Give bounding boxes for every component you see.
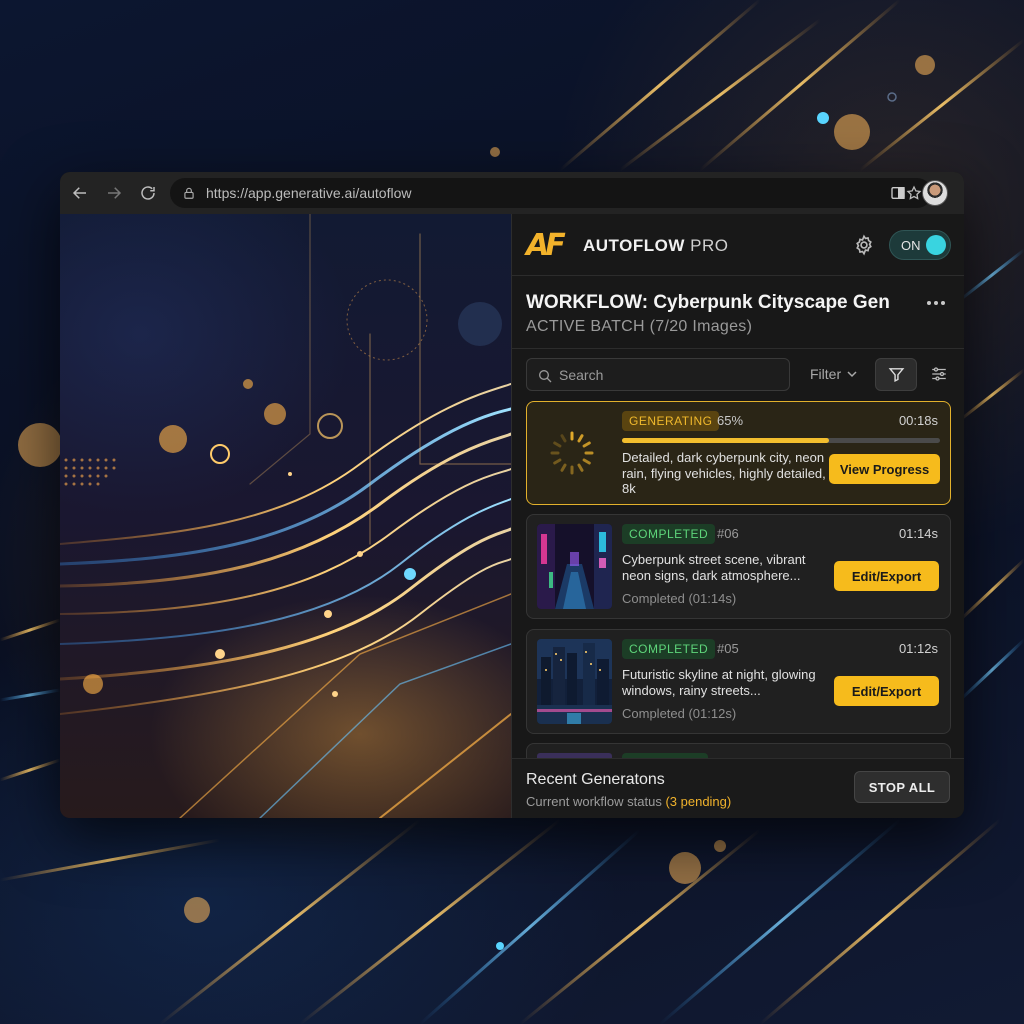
forward-icon[interactable] xyxy=(100,179,128,207)
status-badge-completed: COMPLETED xyxy=(622,639,716,659)
prompt-text: Detailed, dark cyberpunk city, neon rain… xyxy=(622,450,826,496)
funnel-icon xyxy=(888,368,904,383)
search-box xyxy=(526,358,790,391)
status-badge-generating: GENERATING xyxy=(622,411,720,431)
prompt-text: Cyberpunk street scene, vibrant neon sig… xyxy=(622,552,806,583)
chevron-down-icon xyxy=(847,371,857,378)
view-progress-button[interactable]: View Progress xyxy=(829,454,940,484)
more-options-icon[interactable] xyxy=(926,300,946,306)
sliders-icon[interactable] xyxy=(930,365,948,383)
image-number: #05 xyxy=(717,641,739,656)
page-artwork xyxy=(60,214,511,818)
back-icon[interactable] xyxy=(66,179,94,207)
thumbnail-image[interactable] xyxy=(537,524,612,609)
progress-bar xyxy=(622,438,940,443)
toggle-label: ON xyxy=(901,238,921,253)
filter-dropdown-label: Filter xyxy=(810,366,842,382)
brand-name: AUTOFLOW PRO xyxy=(583,236,728,256)
elapsed-time: 00:18s xyxy=(898,413,938,428)
edit-export-button[interactable]: Edit/Export xyxy=(834,676,939,706)
generation-card[interactable]: COMPLETED #06 01:14s Cyberpunk street sc… xyxy=(526,514,951,619)
generation-list: GENERATING 65% 00:18s Detailed, dark cyb… xyxy=(526,401,951,758)
workflow-status-text: Current workflow status (3 pending) xyxy=(526,794,731,809)
browser-window: https://app.generative.ai/autoflow AF AU… xyxy=(60,172,964,818)
url-text: https://app.generative.ai/autoflow xyxy=(206,185,412,201)
stop-all-button[interactable]: STOP ALL xyxy=(854,771,950,803)
brand-name-text: AUTOFLOW xyxy=(583,236,685,255)
elapsed-time: 01:14s xyxy=(898,526,938,541)
edit-export-button[interactable]: Edit/Export xyxy=(834,561,939,591)
thumbnail-image[interactable] xyxy=(537,639,612,724)
generation-card-active[interactable]: GENERATING 65% 00:18s Detailed, dark cyb… xyxy=(526,401,951,505)
side-panel-icon[interactable] xyxy=(890,185,906,201)
footer-title: Recent Generatons xyxy=(526,771,665,788)
image-number: #06 xyxy=(717,526,739,541)
search-input[interactable] xyxy=(559,359,779,390)
panel-footer: Recent Generatons Current workflow statu… xyxy=(512,758,964,818)
workflow-status-prefix: Current workflow status xyxy=(526,794,662,809)
profile-avatar[interactable] xyxy=(922,180,948,206)
filter-button[interactable] xyxy=(875,358,917,391)
address-bar[interactable]: https://app.generative.ai/autoflow xyxy=(170,178,932,208)
toggle-knob xyxy=(926,235,946,255)
divider xyxy=(512,348,964,349)
loading-spinner-icon xyxy=(550,431,594,475)
workflow-title: WORKFLOW: Cyberpunk Cityscape Gen xyxy=(526,292,890,313)
browser-toolbar: https://app.generative.ai/autoflow xyxy=(60,172,964,214)
elapsed-time: 01:12s xyxy=(898,641,938,656)
pending-count: (3 pending) xyxy=(665,794,732,809)
progress-percent: 65% xyxy=(717,413,744,428)
generation-card[interactable] xyxy=(526,743,951,758)
progress-bar-fill xyxy=(622,438,829,443)
panel-header: AF AUTOFLOW PRO ON xyxy=(512,214,964,276)
brand-tier: PRO xyxy=(690,236,729,255)
completion-status: Completed (01:14s) xyxy=(622,591,737,606)
workflow-batch-status: ACTIVE BATCH (7/20 Images) xyxy=(526,318,753,335)
autoflow-logo: AF xyxy=(526,228,566,263)
search-icon xyxy=(539,370,552,383)
prompt-text: Futuristic skyline at night, glowing win… xyxy=(622,667,816,698)
reload-icon[interactable] xyxy=(134,179,162,207)
filter-dropdown[interactable]: Filter xyxy=(810,366,857,382)
generation-card[interactable]: COMPLETED #05 01:12s Futuristic skyline … xyxy=(526,629,951,734)
bookmark-star-icon[interactable] xyxy=(906,185,922,201)
gear-icon[interactable] xyxy=(853,234,875,256)
lock-icon xyxy=(184,187,194,199)
status-badge-completed: COMPLETED xyxy=(622,524,716,544)
autoflow-power-toggle[interactable]: ON xyxy=(889,230,951,260)
completion-status: Completed (01:12s) xyxy=(622,706,737,721)
autoflow-panel: AF AUTOFLOW PRO ON WORKFLOW: Cyberpunk C… xyxy=(511,214,964,818)
